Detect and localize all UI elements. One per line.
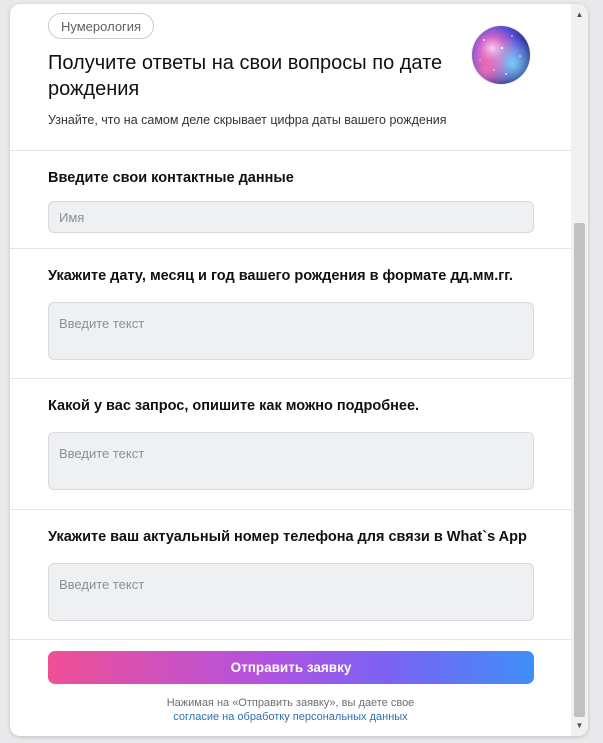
scroll-down-arrow-icon[interactable]: ▼ — [571, 717, 588, 734]
request-textarea[interactable] — [48, 432, 534, 490]
phone-section: Укажите ваш актуальный номер телефона дл… — [10, 510, 571, 640]
scroll-thumb[interactable] — [574, 223, 585, 717]
form-header: Нумерология Получите ответы на свои вопр… — [10, 4, 571, 151]
birthdate-question: Укажите дату, месяц и год вашего рождени… — [48, 268, 513, 284]
phone-textarea[interactable] — [48, 563, 534, 621]
cosmic-nebula-avatar-icon — [472, 26, 530, 84]
consent-text: Нажимая на «Отправить заявку», вы даете … — [166, 697, 415, 709]
consent-link[interactable]: согласие на обработку персональных данны… — [173, 711, 407, 723]
name-input[interactable] — [48, 201, 534, 233]
form-content: Нумерология Получите ответы на свои вопр… — [10, 4, 571, 736]
birthdate-section: Укажите дату, месяц и год вашего рождени… — [10, 249, 571, 379]
phone-question: Укажите ваш актуальный номер телефона дл… — [48, 529, 527, 545]
form-title: Получите ответы на свои вопросы по дате … — [48, 52, 443, 100]
category-tag: Нумерология — [48, 13, 155, 39]
consent-note: Нажимая на «Отправить заявку», вы даете … — [10, 696, 571, 724]
vertical-scrollbar[interactable]: ▲ ▼ — [571, 4, 588, 736]
submit-button[interactable]: Отправить заявку — [48, 651, 534, 684]
request-question: Какой у вас запрос, опишите как можно по… — [48, 398, 420, 414]
contact-section: Введите свои контактные данные — [10, 151, 571, 249]
scroll-up-arrow-icon[interactable]: ▲ — [571, 6, 588, 23]
birthdate-textarea[interactable] — [48, 302, 534, 360]
contact-question: Введите свои контактные данные — [48, 170, 294, 186]
form-subtitle: Узнайте, что на самом деле скрывает цифр… — [48, 113, 447, 127]
request-section: Какой у вас запрос, опишите как можно по… — [10, 379, 571, 510]
form-window: Нумерология Получите ответы на свои вопр… — [10, 4, 588, 736]
